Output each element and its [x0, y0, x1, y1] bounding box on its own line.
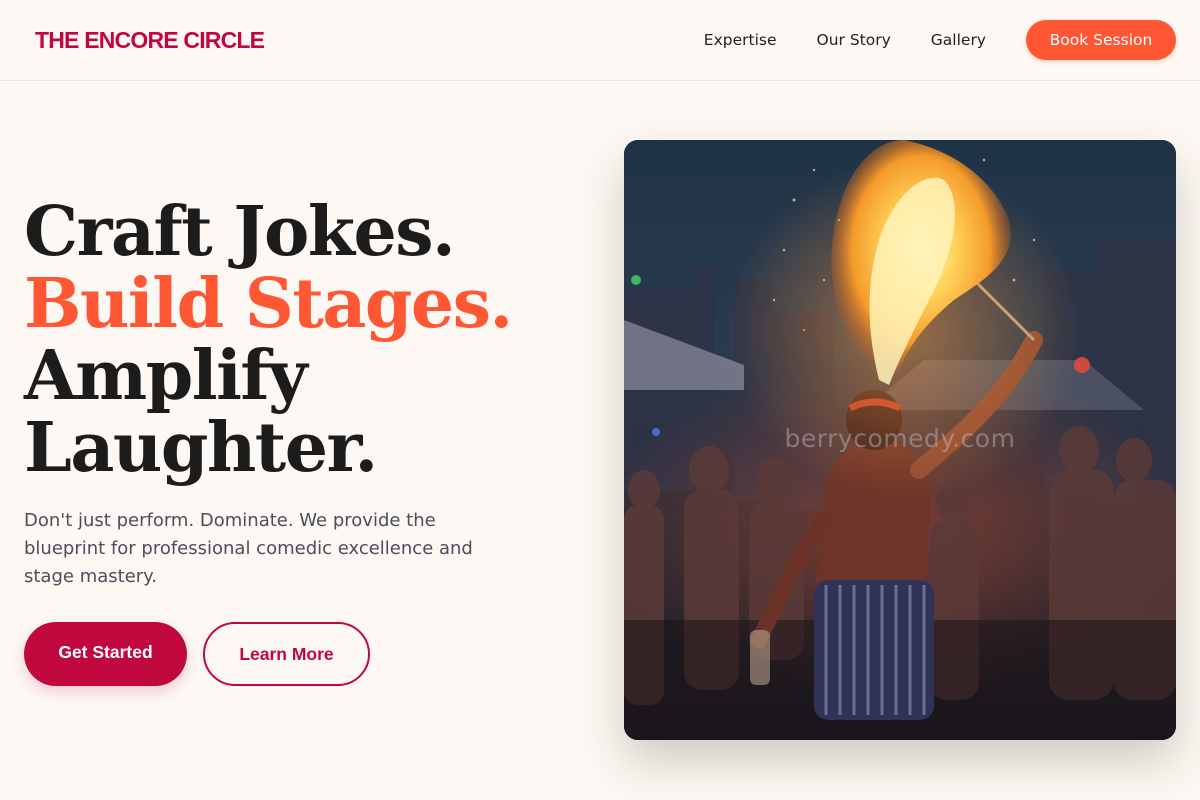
hero-image: berrycomedy.com: [624, 140, 1176, 740]
get-started-button[interactable]: Get Started: [24, 622, 187, 686]
image-watermark: berrycomedy.com: [784, 424, 1016, 453]
nav-link-gallery[interactable]: Gallery: [931, 31, 986, 49]
hero-title-line-2-accent: Build Stages.: [24, 264, 513, 344]
hero-title-line-3: Amplify: [24, 336, 308, 416]
brand-logo[interactable]: THE ENCORE CIRCLE: [35, 27, 265, 54]
nav-link-expertise[interactable]: Expertise: [704, 31, 777, 49]
main-nav: Expertise Our Story Gallery Book Session: [704, 20, 1176, 60]
hero-description: Don't just perform. Dominate. We provide…: [24, 510, 473, 587]
book-session-button[interactable]: Book Session: [1026, 20, 1176, 60]
hero-title-line-4: Laughter.: [24, 408, 378, 488]
hero-actions: Get Started Learn More: [24, 622, 370, 686]
site-header: THE ENCORE CIRCLE Expertise Our Story Ga…: [0, 0, 1200, 81]
hero-title-line-1: Craft Jokes.: [24, 192, 456, 272]
learn-more-button[interactable]: Learn More: [203, 622, 370, 686]
nav-link-our-story[interactable]: Our Story: [817, 31, 891, 49]
hero-title: Craft Jokes. Build Stages. Amplify Laugh…: [24, 192, 513, 488]
